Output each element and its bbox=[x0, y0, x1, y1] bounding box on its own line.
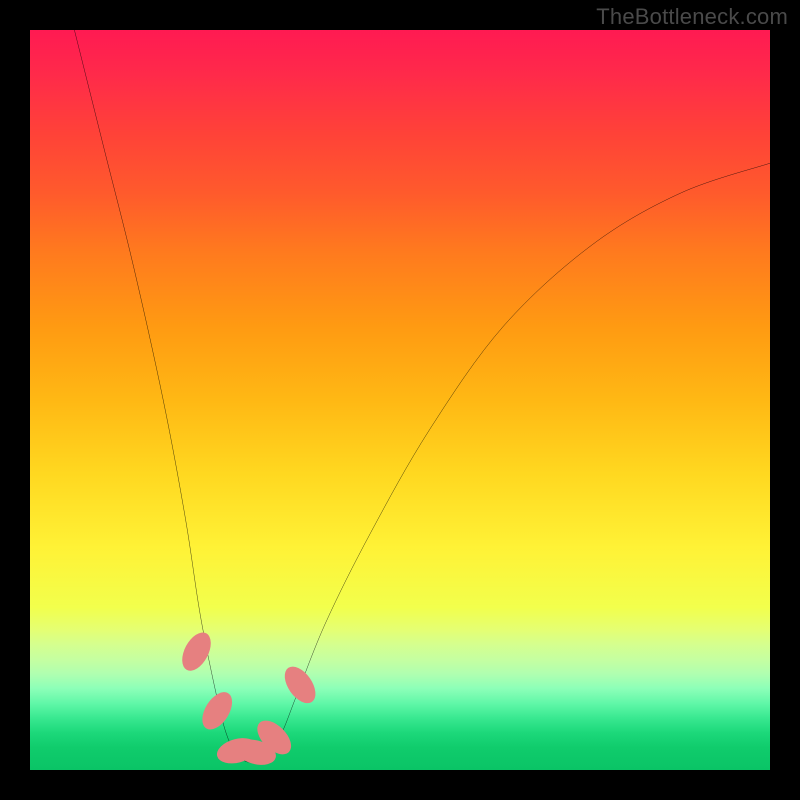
watermark-text: TheBottleneck.com bbox=[596, 4, 788, 30]
marker-2 bbox=[196, 687, 238, 735]
plot-area bbox=[30, 30, 770, 770]
curve-layer bbox=[30, 30, 770, 770]
chart-container: TheBottleneck.com bbox=[0, 0, 800, 800]
bottleneck-curve bbox=[74, 30, 770, 763]
marker-6 bbox=[279, 661, 322, 709]
highlight-markers bbox=[176, 628, 321, 769]
